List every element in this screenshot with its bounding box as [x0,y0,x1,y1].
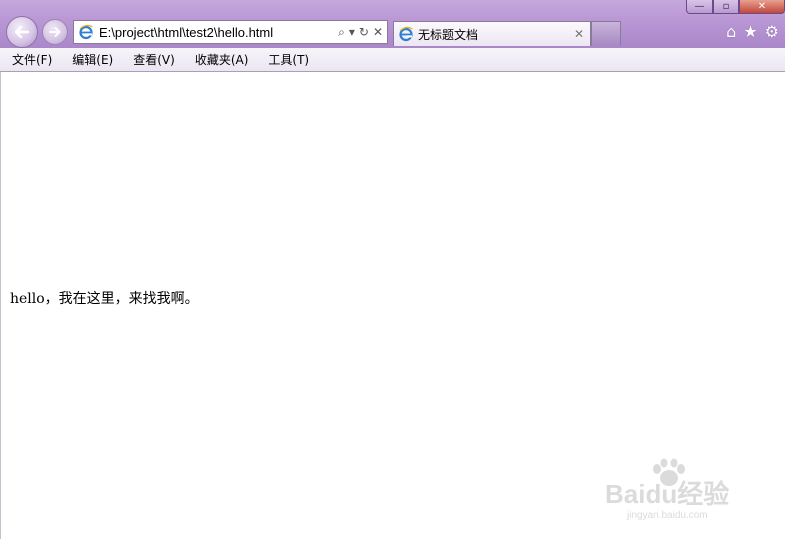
dropdown-icon[interactable]: ▾ [349,25,355,39]
menu-favorites[interactable]: 收藏夹(A) [187,51,257,68]
home-icon[interactable]: ⌂ [726,24,736,40]
toolbar-icons: ⌂ ★ ⚙ [726,24,779,40]
url-text[interactable]: E:\project\html\test2\hello.html [99,25,309,40]
tab-active[interactable]: 无标题文档 ✕ [393,21,591,46]
stop-icon[interactable]: ✕ [373,25,383,39]
refresh-icon[interactable]: ↻ [359,25,369,39]
tab-title: 无标题文档 [418,27,479,42]
minimize-button[interactable]: — [686,0,713,14]
tab-ie-icon [398,26,414,42]
favorites-star-icon[interactable]: ★ [743,24,757,40]
address-bar[interactable]: E:\project\html\test2\hello.html ⌕ ▾ ↻ ✕ [73,20,388,44]
gear-icon[interactable]: ⚙ [765,24,779,40]
new-tab-button[interactable] [591,21,621,46]
menu-view[interactable]: 查看(V) [125,51,183,68]
menu-tools[interactable]: 工具(T) [260,51,317,68]
address-tools: ⌕ ▾ ↻ ✕ [338,25,383,40]
forward-button[interactable] [42,19,68,45]
back-button[interactable] [6,16,38,48]
menu-edit[interactable]: 编辑(E) [64,51,121,68]
page-text: hello，我在这里，来找我啊。 [10,291,199,307]
browser-frame: — ▫ ✕ E:\project\html\test2\hello.html ⌕… [0,0,785,48]
ie-page-icon [78,24,94,40]
maximize-button[interactable]: ▫ [713,0,739,14]
search-icon[interactable]: ⌕ [338,25,345,40]
window-controls: — ▫ ✕ [686,0,785,14]
forward-arrow-icon [49,27,61,37]
menu-file[interactable]: 文件(F) [4,51,60,68]
tab-close-icon[interactable]: ✕ [574,27,584,41]
watermark-url: jingyan.baidu.com [627,510,708,521]
close-window-button[interactable]: ✕ [739,0,785,14]
watermark-brand: Baidu经验 [605,479,730,509]
browser-window: — ▫ ✕ E:\project\html\test2\hello.html ⌕… [0,0,785,539]
watermark: Baidu经验 jingyan.baidu.com [605,458,755,528]
back-arrow-icon [14,25,30,39]
menu-bar: 文件(F) 编辑(E) 查看(V) 收藏夹(A) 工具(T) [0,48,785,72]
